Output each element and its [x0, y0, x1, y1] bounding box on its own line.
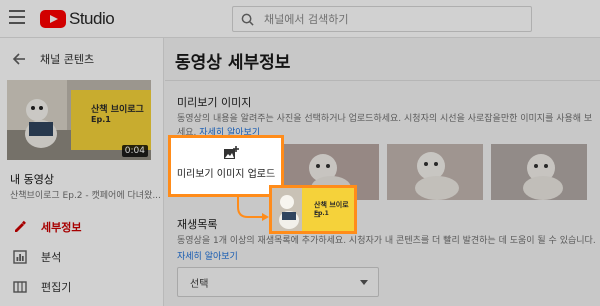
preview-subtitle: Ep.1	[314, 210, 329, 217]
upload-thumbnail-label: 미리보기 이미지 업로드	[176, 169, 276, 180]
upload-thumbnail-button[interactable]: 미리보기 이미지 업로드	[168, 135, 284, 197]
callout-arrow-icon	[237, 197, 269, 221]
dim-overlay	[0, 0, 600, 306]
uploaded-thumbnail-preview: 산책 브이로그 Ep.1	[269, 185, 357, 234]
add-photo-icon	[224, 146, 239, 159]
